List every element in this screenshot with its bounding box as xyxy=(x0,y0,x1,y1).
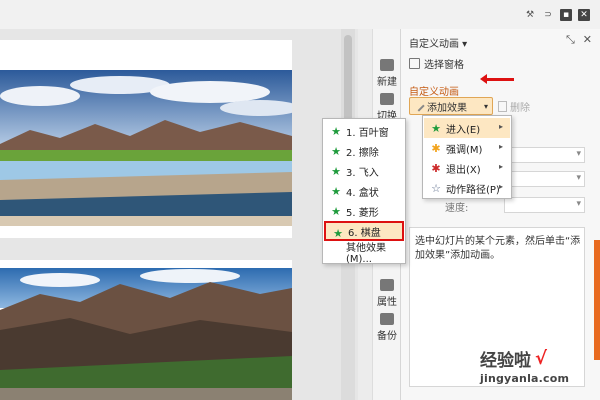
resize-icon[interactable]: ⤡ xyxy=(566,33,575,47)
slide-canvas xyxy=(0,29,358,400)
section-title: 自定义动画 xyxy=(409,87,459,98)
effect-category-menu: ★ 进入(E) ▸ ✱ 强调(M) ▸ ✱ 退出(X) ▸ ☆ 动作路径(P) … xyxy=(422,115,512,199)
effect-label: 其他效果(M)... xyxy=(346,243,386,265)
watermark-title: 经验啦 √ xyxy=(480,346,600,371)
effect-fly-in[interactable]: ★ 3. 飞入 xyxy=(324,161,404,181)
backup-icon xyxy=(380,313,394,325)
slide-thumbnail-2[interactable] xyxy=(0,260,292,400)
effect-label: 6. 棋盘 xyxy=(348,227,381,239)
landscape-image-1 xyxy=(0,40,292,238)
checkmark-icon: √ xyxy=(535,348,548,369)
star-orange-icon: ✱ xyxy=(431,141,441,155)
effect-wipe[interactable]: ★ 2. 擦除 xyxy=(324,141,404,161)
menu-item-label: 退出(X) xyxy=(446,164,481,176)
slide-thumbnail-1[interactable] xyxy=(0,40,292,238)
add-effect-button[interactable]: 添加效果 ▾ xyxy=(409,97,493,115)
start-select[interactable] xyxy=(504,147,585,163)
chevron-down-icon: ▾ xyxy=(483,101,488,111)
select-pane-button[interactable]: 选择窗格 xyxy=(409,56,464,71)
tool-new-label: 新建 xyxy=(377,77,397,88)
tool-properties-label: 属性 xyxy=(377,297,397,308)
watermark-url: jingyanla.com xyxy=(480,372,570,385)
star-green-icon: ★ xyxy=(331,204,341,218)
star-green-icon: ★ xyxy=(431,121,441,135)
hint-text: 选中幻灯片的某个元素，然后单击“添加效果”添加动画。 xyxy=(415,236,581,261)
tool-backup[interactable]: 备份 xyxy=(373,313,401,342)
properties-icon xyxy=(380,279,394,291)
accent-edge xyxy=(594,240,600,360)
landscape-image-2 xyxy=(0,260,292,400)
effect-blinds[interactable]: ★ 1. 百叶窗 xyxy=(324,121,404,141)
tool-backup-label: 备份 xyxy=(377,331,397,342)
star-green-icon: ★ xyxy=(331,144,341,158)
menu-item-motion-path[interactable]: ☆ 动作路径(P) ▸ xyxy=(424,178,510,198)
menu-item-label: 进入(E) xyxy=(446,124,481,136)
custom-animation-pane: 自定义动画 ▾ ⤡ ✕ 选择窗格 自定义动画 添加效果 ▾ 删除 速度: 选中幻… xyxy=(400,29,600,400)
watermark-text: 经验啦 xyxy=(480,351,531,371)
menu-item-label: 动作路径(P) xyxy=(446,184,500,196)
switch-icon xyxy=(380,93,394,105)
chevron-right-icon: ▸ xyxy=(498,162,503,171)
effect-label: 2. 擦除 xyxy=(346,147,379,159)
effect-label: 4. 盒状 xyxy=(346,187,379,199)
menu-item-exit[interactable]: ✱ 退出(X) ▸ xyxy=(424,158,510,178)
star-green-icon: ★ xyxy=(333,226,343,240)
close-icon[interactable]: ✕ xyxy=(583,33,592,47)
effect-diamond[interactable]: ★ 5. 菱形 xyxy=(324,201,404,221)
new-icon xyxy=(380,59,394,71)
star-red-icon: ✱ xyxy=(431,161,441,175)
effect-box[interactable]: ★ 4. 盒状 xyxy=(324,181,404,201)
annotation-arrow xyxy=(480,74,514,84)
share-icon[interactable]: ⊃ xyxy=(542,9,554,21)
tool-new[interactable]: 新建 xyxy=(373,59,401,88)
effect-label: 3. 飞入 xyxy=(346,167,379,179)
menu-item-emphasis[interactable]: ✱ 强调(M) ▸ xyxy=(424,138,510,158)
delete-label: 删除 xyxy=(510,102,530,114)
pane-title[interactable]: 自定义动画 ▾ xyxy=(409,35,467,50)
star-green-icon: ★ xyxy=(331,124,341,138)
title-bar: ⚒ ⊃ ▪ ✕ xyxy=(0,0,600,29)
effect-label: 5. 菱形 xyxy=(346,207,379,219)
entrance-effects-menu: ★ 1. 百叶窗 ★ 2. 擦除 ★ 3. 飞入 ★ 4. 盒状 ★ 5. 菱形… xyxy=(322,118,406,265)
star-green-icon: ★ xyxy=(331,184,341,198)
chevron-right-icon: ▸ xyxy=(498,122,503,131)
minimize-icon[interactable]: ▪ xyxy=(560,9,572,21)
pen-icon xyxy=(413,100,425,112)
trash-icon xyxy=(498,100,507,112)
tools-icon[interactable]: ⚒ xyxy=(524,9,536,21)
effect-label: 1. 百叶窗 xyxy=(346,127,389,139)
pane-controls: ⤡ ✕ xyxy=(566,33,592,47)
delete-button[interactable]: 删除 xyxy=(498,97,538,115)
speed-select[interactable] xyxy=(504,197,585,213)
star-green-icon: ★ xyxy=(331,164,341,178)
add-effect-label: 添加效果 xyxy=(427,102,467,114)
watermark: 经验啦 √ jingyanla.com xyxy=(480,346,600,385)
close-icon[interactable]: ✕ xyxy=(578,9,590,21)
star-outline-icon: ☆ xyxy=(431,181,441,195)
chevron-right-icon: ▸ xyxy=(498,182,503,191)
effect-more[interactable]: 其他效果(M)... xyxy=(324,242,404,265)
menu-item-label: 强调(M) xyxy=(446,144,483,156)
select-pane-label: 选择窗格 xyxy=(424,60,464,71)
window-controls: ⚒ ⊃ ▪ ✕ xyxy=(524,9,590,21)
chevron-right-icon: ▸ xyxy=(498,142,503,151)
speed-label: 速度: xyxy=(445,203,469,214)
effect-checkerboard[interactable]: ★ 6. 棋盘 xyxy=(324,221,404,241)
select-pane-icon xyxy=(409,58,420,69)
property-select[interactable] xyxy=(504,171,585,187)
tool-properties[interactable]: 属性 xyxy=(373,279,401,308)
menu-item-entrance[interactable]: ★ 进入(E) ▸ xyxy=(424,118,510,138)
